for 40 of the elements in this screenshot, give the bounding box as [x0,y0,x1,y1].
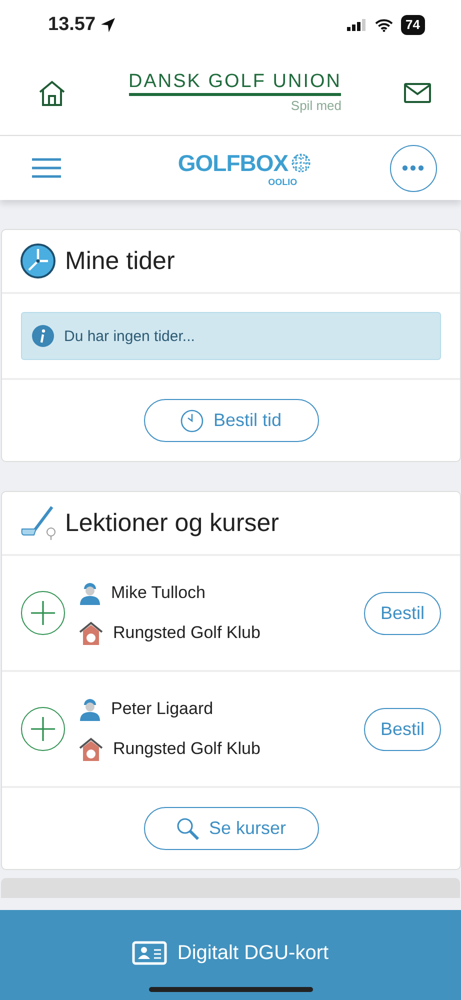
search-icon [176,816,200,840]
card-title: Lektioner og kurser [65,508,280,538]
see-courses-button[interactable]: Se kurser [144,807,318,850]
add-button[interactable] [21,591,65,635]
id-card-icon [132,941,168,965]
clubhouse-icon [79,621,103,645]
location-arrow-icon [100,17,116,33]
golf-club-icon [20,505,56,541]
clock-time: 13.57 [48,14,96,36]
person-icon [79,697,101,721]
home-icon[interactable] [38,78,66,106]
wifi-icon [374,18,393,32]
book-button[interactable]: Bestil [364,592,441,634]
logo-tagline: Spil med [290,98,342,113]
plus-icon [31,717,55,741]
more-icon [402,165,424,171]
globe-icon [291,153,312,173]
clock-icon [20,243,56,279]
club-name: Rungsted Golf Klub [113,623,260,643]
clubhouse-icon [79,737,103,761]
signal-icon [346,19,367,31]
plus-icon [31,601,55,625]
mail-icon[interactable] [404,82,431,102]
logo-title: DANSK GOLF UNION [128,72,342,96]
card-title: Mine tider [65,246,175,276]
brand-logo: GOLFBOX [178,150,288,176]
brand-sublogo: OOLIO [268,176,298,186]
digital-card-button[interactable]: Digitalt DGU-kort [126,940,335,966]
club-name: Rungsted Golf Klub [113,739,260,759]
battery-level: 74 [400,15,425,35]
person-icon [79,581,101,605]
menu-icon[interactable] [32,158,61,178]
info-icon [32,325,54,347]
info-text: Du har ingen tider... [64,328,195,344]
instructor-name: Mike Tulloch [111,583,206,603]
instructor-name: Peter Ligaard [111,699,214,719]
book-button[interactable]: Bestil [364,708,441,750]
add-button[interactable] [21,707,65,751]
book-time-button[interactable]: Bestil tid [144,399,318,442]
clock-icon [180,408,204,432]
